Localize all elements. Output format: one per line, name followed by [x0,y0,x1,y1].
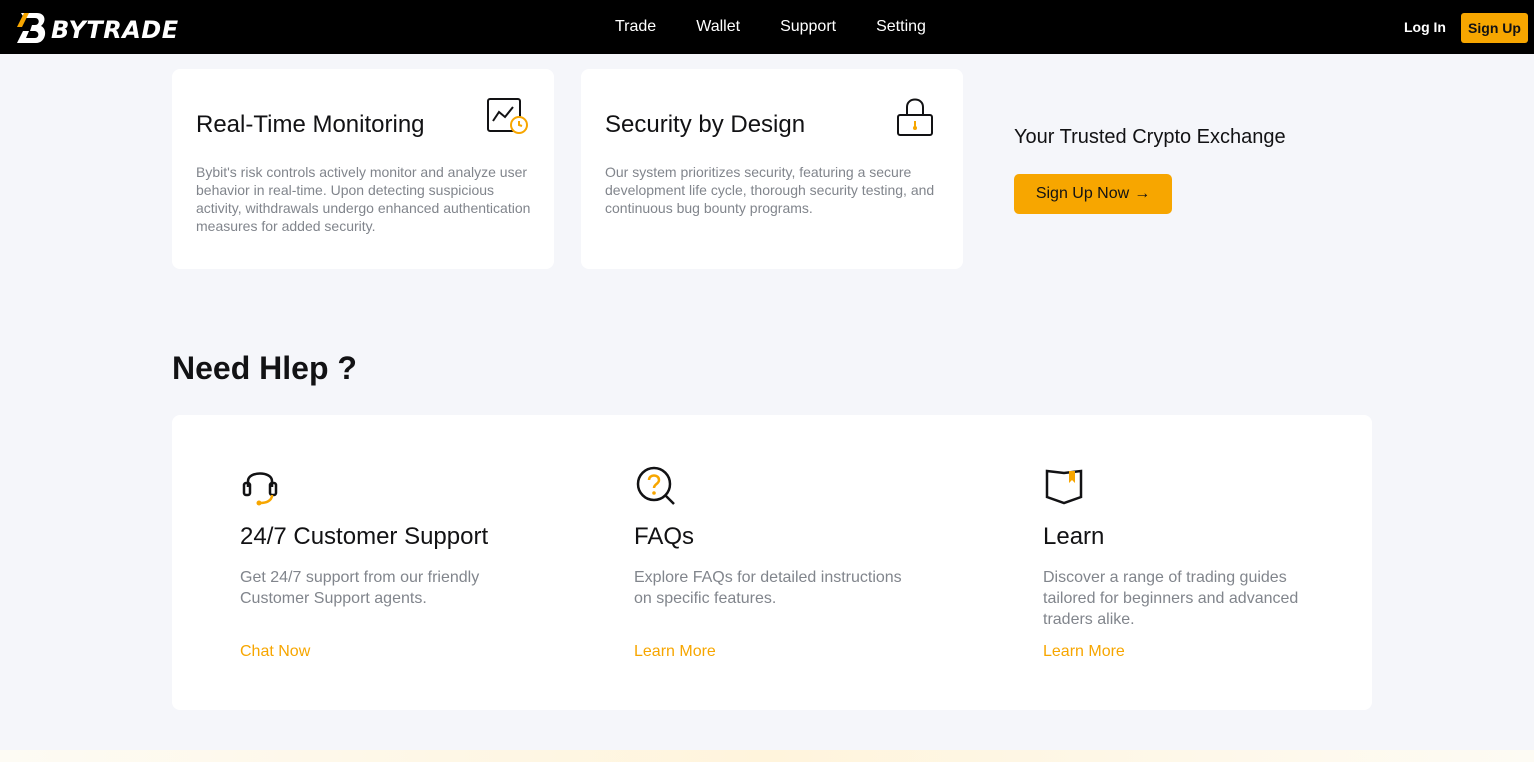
learn-learn-more-link[interactable]: Learn More [1043,643,1125,661]
help-panel: 24/7 Customer Support Get 24/7 support f… [172,415,1372,710]
top-navigation-bar: BYTRADE Trade Wallet Support Setting Log… [0,0,1534,54]
help-item-title: Learn [1043,523,1105,550]
nav-setting[interactable]: Setting [876,18,926,36]
feature-card-security: Security by Design Our system prioritize… [581,69,963,269]
feature-description: Our system prioritizes security, featuri… [605,164,935,216]
cta-title: Your Trusted Crypto Exchange [1014,126,1286,148]
main-nav: Trade Wallet Support Setting [615,0,926,54]
signup-now-label: Sign Up Now [1035,185,1130,202]
signup-now-button[interactable]: Sign Up Now → [1014,174,1172,214]
feature-description: Bybit's risk controls actively monitor a… [196,164,531,234]
help-item-description: Discover a range of trading guides tailo… [1043,569,1299,628]
arrow-right-icon: → [1134,185,1151,202]
signup-button[interactable]: Sign Up [1461,13,1528,43]
nav-wallet[interactable]: Wallet [696,18,740,36]
book-icon [1043,465,1085,512]
logo-text: BYTRADE [51,16,179,44]
help-item-description: Get 24/7 support from our friendly Custo… [240,569,480,607]
feature-title: Security by Design [605,111,806,138]
faq-learn-more-link[interactable]: Learn More [634,643,716,661]
faq-search-icon [634,465,676,512]
bytrade-logo-icon [17,13,46,43]
feature-card-monitoring: Real-Time Monitoring Bybit's risk contro… [172,69,554,269]
help-item-title: FAQs [634,523,695,550]
help-section-title: Need Hlep ? [172,350,357,386]
login-button[interactable]: Log In [1404,19,1446,35]
chart-monitor-icon [486,97,530,142]
chat-now-link[interactable]: Chat Now [240,643,310,661]
help-item-description: Explore FAQs for detailed instructions o… [634,569,902,607]
help-item-title: 24/7 Customer Support [240,523,489,550]
headset-icon [240,465,282,512]
footer-gradient-edge [0,750,1534,762]
feature-title: Real-Time Monitoring [196,111,425,138]
nav-support[interactable]: Support [780,18,836,36]
bytrade-logo[interactable]: BYTRADE [15,11,179,45]
nav-trade[interactable]: Trade [615,18,656,36]
lock-icon [895,97,935,144]
